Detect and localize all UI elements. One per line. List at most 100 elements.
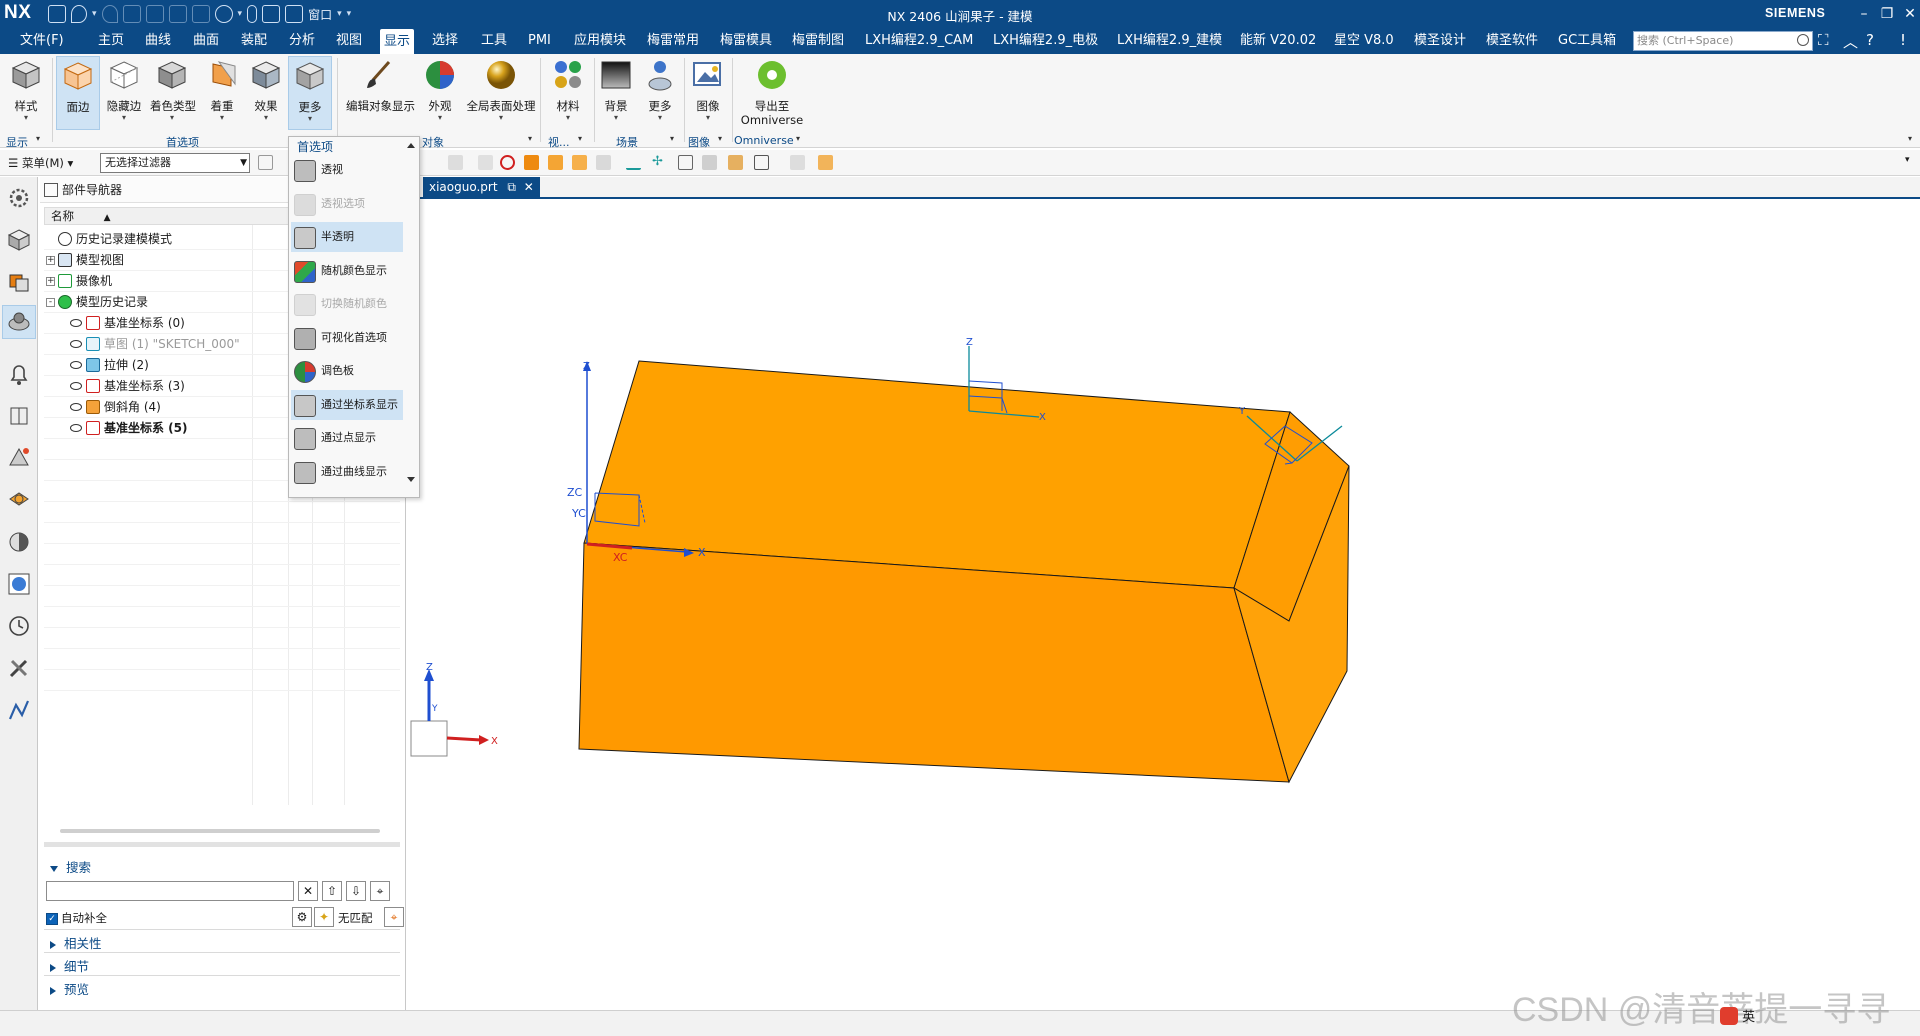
- select-solid-icon[interactable]: [524, 155, 539, 170]
- menu-analysis[interactable]: 分析: [285, 28, 319, 54]
- ribbon-more-display-button[interactable]: 更多 ▾: [288, 56, 332, 130]
- expand-icon[interactable]: +: [46, 277, 55, 286]
- snap-point-icon[interactable]: ✢: [652, 155, 667, 170]
- chevron-down-icon[interactable]: ▾: [578, 134, 582, 143]
- select-all-matches-button[interactable]: ⌖: [384, 907, 404, 927]
- ime-logo-icon[interactable]: [1720, 1006, 1738, 1025]
- minimize-button[interactable]: –: [1853, 3, 1875, 25]
- menu-meilei-mold[interactable]: 梅雷模具: [716, 28, 776, 54]
- dropdown-item[interactable]: 切换随机颜色: [291, 289, 403, 319]
- menu-curve[interactable]: 曲线: [141, 28, 175, 54]
- ribbon-appearance-button[interactable]: 外观 ▾: [418, 56, 462, 130]
- tools-icon[interactable]: [6, 655, 32, 681]
- select-component-icon[interactable]: [702, 155, 717, 170]
- history-palette-icon[interactable]: [6, 529, 32, 555]
- restore-button[interactable]: ❐: [1876, 3, 1898, 25]
- preview-section-toggle[interactable]: 预览: [50, 979, 89, 998]
- ribbon-group-display[interactable]: 显示: [6, 134, 28, 150]
- ribbon-export-omniverse-button[interactable]: 导出至 Omniverse: [736, 56, 808, 130]
- expand-icon[interactable]: +: [46, 256, 55, 265]
- dropdown-item[interactable]: 随机颜色显示: [291, 256, 403, 286]
- fullscreen-icon[interactable]: ⛶: [1818, 31, 1829, 49]
- part-navigator-tab[interactable]: [2, 305, 36, 339]
- visibility-eye-icon[interactable]: [70, 361, 82, 369]
- chevron-down-icon[interactable]: ▾: [36, 134, 40, 143]
- ribbon-image-button[interactable]: 图像 ▾: [686, 56, 730, 130]
- chevron-down-icon[interactable]: ▾: [796, 134, 800, 143]
- ribbon-group-view[interactable]: 视...: [548, 134, 570, 150]
- dropdown-item[interactable]: 可视化首选项: [291, 323, 403, 353]
- chevron-down-icon[interactable]: ▾: [670, 134, 674, 143]
- visibility-eye-icon[interactable]: [70, 403, 82, 411]
- ribbon-edit-object-display-button[interactable]: 编辑对象显示: [346, 56, 415, 130]
- pin-tab-icon[interactable]: ⧉: [507, 180, 516, 194]
- ribbon-shading-type-button[interactable]: 着色类型 ▾: [150, 56, 196, 130]
- menu-lxh-cam[interactable]: LXH编程2.9_CAM: [861, 28, 977, 54]
- ribbon-face-edge-button[interactable]: 面边: [56, 56, 100, 130]
- visibility-eye-icon[interactable]: [70, 424, 82, 432]
- system-materials-icon[interactable]: [6, 571, 32, 597]
- close-window-button[interactable]: ✕: [1899, 3, 1920, 25]
- hd3d-tools-icon[interactable]: [6, 445, 32, 471]
- dropdown-item[interactable]: 通过曲线显示: [291, 457, 403, 487]
- menu-meilei-common[interactable]: 梅雷常用: [643, 28, 703, 54]
- menu-surface[interactable]: 曲面: [189, 28, 223, 54]
- ribbon-group-omniverse[interactable]: Omniverse: [734, 134, 794, 147]
- help-icon[interactable]: ?: [1866, 31, 1874, 49]
- alert-icon[interactable]: !: [1900, 31, 1906, 49]
- highlight-matches-button[interactable]: ✦: [314, 907, 334, 927]
- locate-match-button[interactable]: ⌖: [370, 881, 390, 901]
- toolbar-options-icon[interactable]: ▾: [1905, 155, 1920, 170]
- command-search-input[interactable]: 搜索 (Ctrl+Space): [1633, 31, 1813, 51]
- filter-funnel-icon[interactable]: [258, 155, 273, 170]
- dropdown-item[interactable]: 通过点显示: [291, 423, 403, 453]
- model-scene[interactable]: Z ZC YC XC X Z X Y Z Y X: [407, 201, 1920, 1009]
- ribbon-group-image[interactable]: 图像: [688, 134, 710, 150]
- close-tab-icon[interactable]: ✕: [524, 180, 534, 194]
- dropdown-item[interactable]: 调色板: [291, 356, 403, 386]
- main-menu-button[interactable]: ☰ 菜单(M) ▾: [8, 155, 73, 171]
- reuse-library-icon[interactable]: [6, 403, 32, 429]
- visibility-eye-icon[interactable]: [70, 340, 82, 348]
- select-face-icon[interactable]: [548, 155, 563, 170]
- menu-xingkong[interactable]: 星空 V8.0: [1330, 28, 1398, 54]
- clock-icon[interactable]: [6, 613, 32, 639]
- select-wcs-icon[interactable]: [790, 155, 805, 170]
- ime-toolbar[interactable]: 英: [1720, 1006, 1755, 1030]
- select-edge-icon[interactable]: [596, 155, 611, 170]
- graphics-viewport[interactable]: Z ZC YC XC X Z X Y Z Y X: [407, 201, 1920, 1009]
- ribbon-materials-button[interactable]: 材料 ▾: [546, 56, 590, 130]
- role-icon[interactable]: [6, 697, 32, 723]
- details-section-toggle[interactable]: 细节: [50, 956, 89, 975]
- menu-display[interactable]: 显示: [380, 29, 415, 54]
- menu-nengxin[interactable]: 能新 V20.02: [1236, 28, 1320, 54]
- menu-select[interactable]: 选择: [428, 28, 462, 54]
- navigator-horizontal-scrollbar[interactable]: [60, 829, 380, 833]
- search-icon[interactable]: [1797, 34, 1809, 46]
- clear-search-button[interactable]: ✕: [298, 881, 318, 901]
- scroll-down-icon[interactable]: [407, 477, 415, 482]
- ribbon-background-button[interactable]: 背景 ▾: [594, 56, 638, 130]
- ribbon-more-scene-button[interactable]: 更多 ▾: [638, 56, 682, 130]
- ribbon-group-preferences[interactable]: 首选项: [166, 134, 199, 150]
- document-tab[interactable]: xiaoguo.prt ⧉ ✕: [423, 177, 540, 197]
- collapse-ribbon-icon[interactable]: ︿: [1843, 31, 1858, 52]
- part-icon[interactable]: [6, 227, 32, 253]
- web-browser-icon[interactable]: [6, 487, 32, 513]
- navigator-splitter[interactable]: [44, 842, 400, 847]
- assembly-navigator-icon[interactable]: [6, 269, 32, 295]
- menu-application[interactable]: 应用模块: [570, 28, 630, 54]
- menu-pmi[interactable]: PMI: [524, 28, 555, 54]
- select-body-icon[interactable]: [478, 155, 493, 170]
- deselect-all-icon[interactable]: [500, 155, 515, 170]
- ribbon-hidden-edge-button[interactable]: 隐藏边 ▾: [102, 56, 146, 130]
- ribbon-effects-button[interactable]: 效果 ▾: [244, 56, 288, 130]
- ribbon-global-surface-button[interactable]: 全局表面处理 ▾: [466, 56, 536, 130]
- search-section-toggle[interactable]: 搜索: [50, 857, 91, 876]
- ribbon-style-button[interactable]: 样式 ▾: [4, 56, 48, 130]
- menu-gc-toolbox[interactable]: GC工具箱: [1554, 28, 1620, 54]
- ribbon-emphasis-button[interactable]: 着重 ▾: [200, 56, 244, 130]
- view-triad[interactable]: Z Y X: [410, 662, 498, 757]
- type-filter-select[interactable]: 无选择过滤器 ▼: [100, 153, 250, 173]
- menu-meilei-drafting[interactable]: 梅雷制图: [788, 28, 848, 54]
